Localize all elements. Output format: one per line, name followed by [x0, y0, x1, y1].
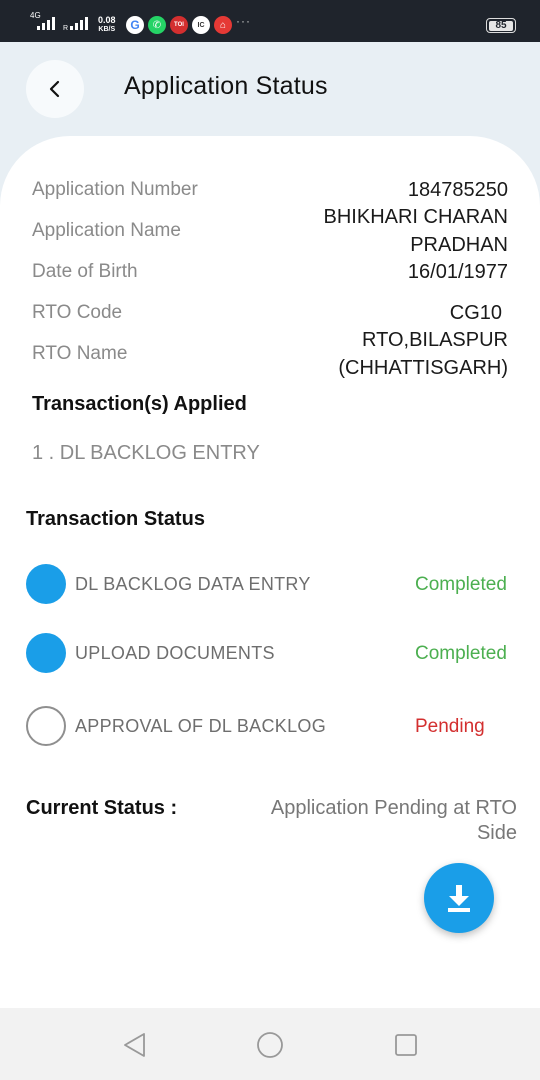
current-status-value: Application Pending at RTO Side	[270, 797, 517, 844]
stage-name: APPROVAL OF DL BACKLOG	[75, 716, 327, 736]
google-icon: G	[126, 16, 144, 34]
stage-status: Completed	[415, 643, 507, 664]
transaction-item: 1 . DL BACKLOG ENTRY	[32, 442, 260, 464]
application-name-label: Application Name	[32, 220, 181, 241]
application-number-value: 184785250	[407, 179, 508, 201]
rto-name-label: RTO Name	[32, 343, 128, 364]
page-title: Application Status	[124, 72, 328, 100]
application-name-value: BHIKHARI CHARAN PRADHAN	[323, 206, 508, 256]
signal-icon	[37, 17, 55, 30]
rto-code-label: RTO Code	[32, 302, 123, 323]
status-bar: 4G R 0.08 KB/S G ✆ TOI IC ⌂ ··· 85	[0, 0, 540, 42]
app-red-icon: ⌂	[214, 16, 232, 34]
download-button[interactable]	[424, 863, 494, 933]
stage-status: Completed	[415, 574, 507, 595]
stage-name: DL BACKLOG DATA ENTRY	[75, 574, 311, 594]
nav-back-icon[interactable]	[120, 1030, 150, 1060]
back-button[interactable]	[26, 60, 84, 118]
current-status-label: Current Status :	[26, 797, 178, 819]
notification-icons: G ✆ TOI IC ⌂	[126, 16, 232, 34]
stage-status: Pending	[415, 716, 485, 737]
stage-pending-indicator	[26, 706, 66, 746]
battery-icon: 85	[486, 18, 516, 33]
stage-row-upload-documents: UPLOAD DOCUMENTS Completed	[26, 633, 514, 675]
stage-name: UPLOAD DOCUMENTS	[75, 643, 275, 663]
nav-home-icon[interactable]	[255, 1030, 285, 1060]
application-number-label: Application Number	[32, 179, 198, 200]
whatsapp-icon: ✆	[148, 16, 166, 34]
dob-value: 16/01/1977	[407, 261, 508, 283]
stage-completed-indicator	[26, 564, 66, 604]
stage-row-data-entry: DL BACKLOG DATA ENTRY Completed	[26, 564, 514, 606]
network-speed: 0.08 KB/S	[98, 15, 116, 34]
ic-app-icon: IC	[192, 16, 210, 34]
transaction-status-heading: Transaction Status	[26, 508, 205, 530]
download-icon	[448, 885, 470, 912]
signal-icon-2	[70, 17, 88, 30]
stage-completed-indicator	[26, 633, 66, 673]
roaming-indicator: R	[63, 25, 69, 32]
chevron-left-icon	[49, 80, 60, 98]
nav-recent-apps-icon[interactable]	[391, 1030, 421, 1060]
more-notifications-icon: ···	[236, 14, 251, 28]
toi-icon: TOI	[170, 16, 188, 34]
rto-name-value: RTO,BILASPUR (CHHATTISGARH)	[338, 329, 508, 379]
rto-code-value: CG10	[449, 302, 502, 324]
dob-label: Date of Birth	[32, 261, 138, 282]
system-nav-bar	[0, 1008, 540, 1080]
stage-row-approval: APPROVAL OF DL BACKLOG Pending	[26, 706, 514, 748]
transactions-applied-heading: Transaction(s) Applied	[32, 393, 247, 415]
